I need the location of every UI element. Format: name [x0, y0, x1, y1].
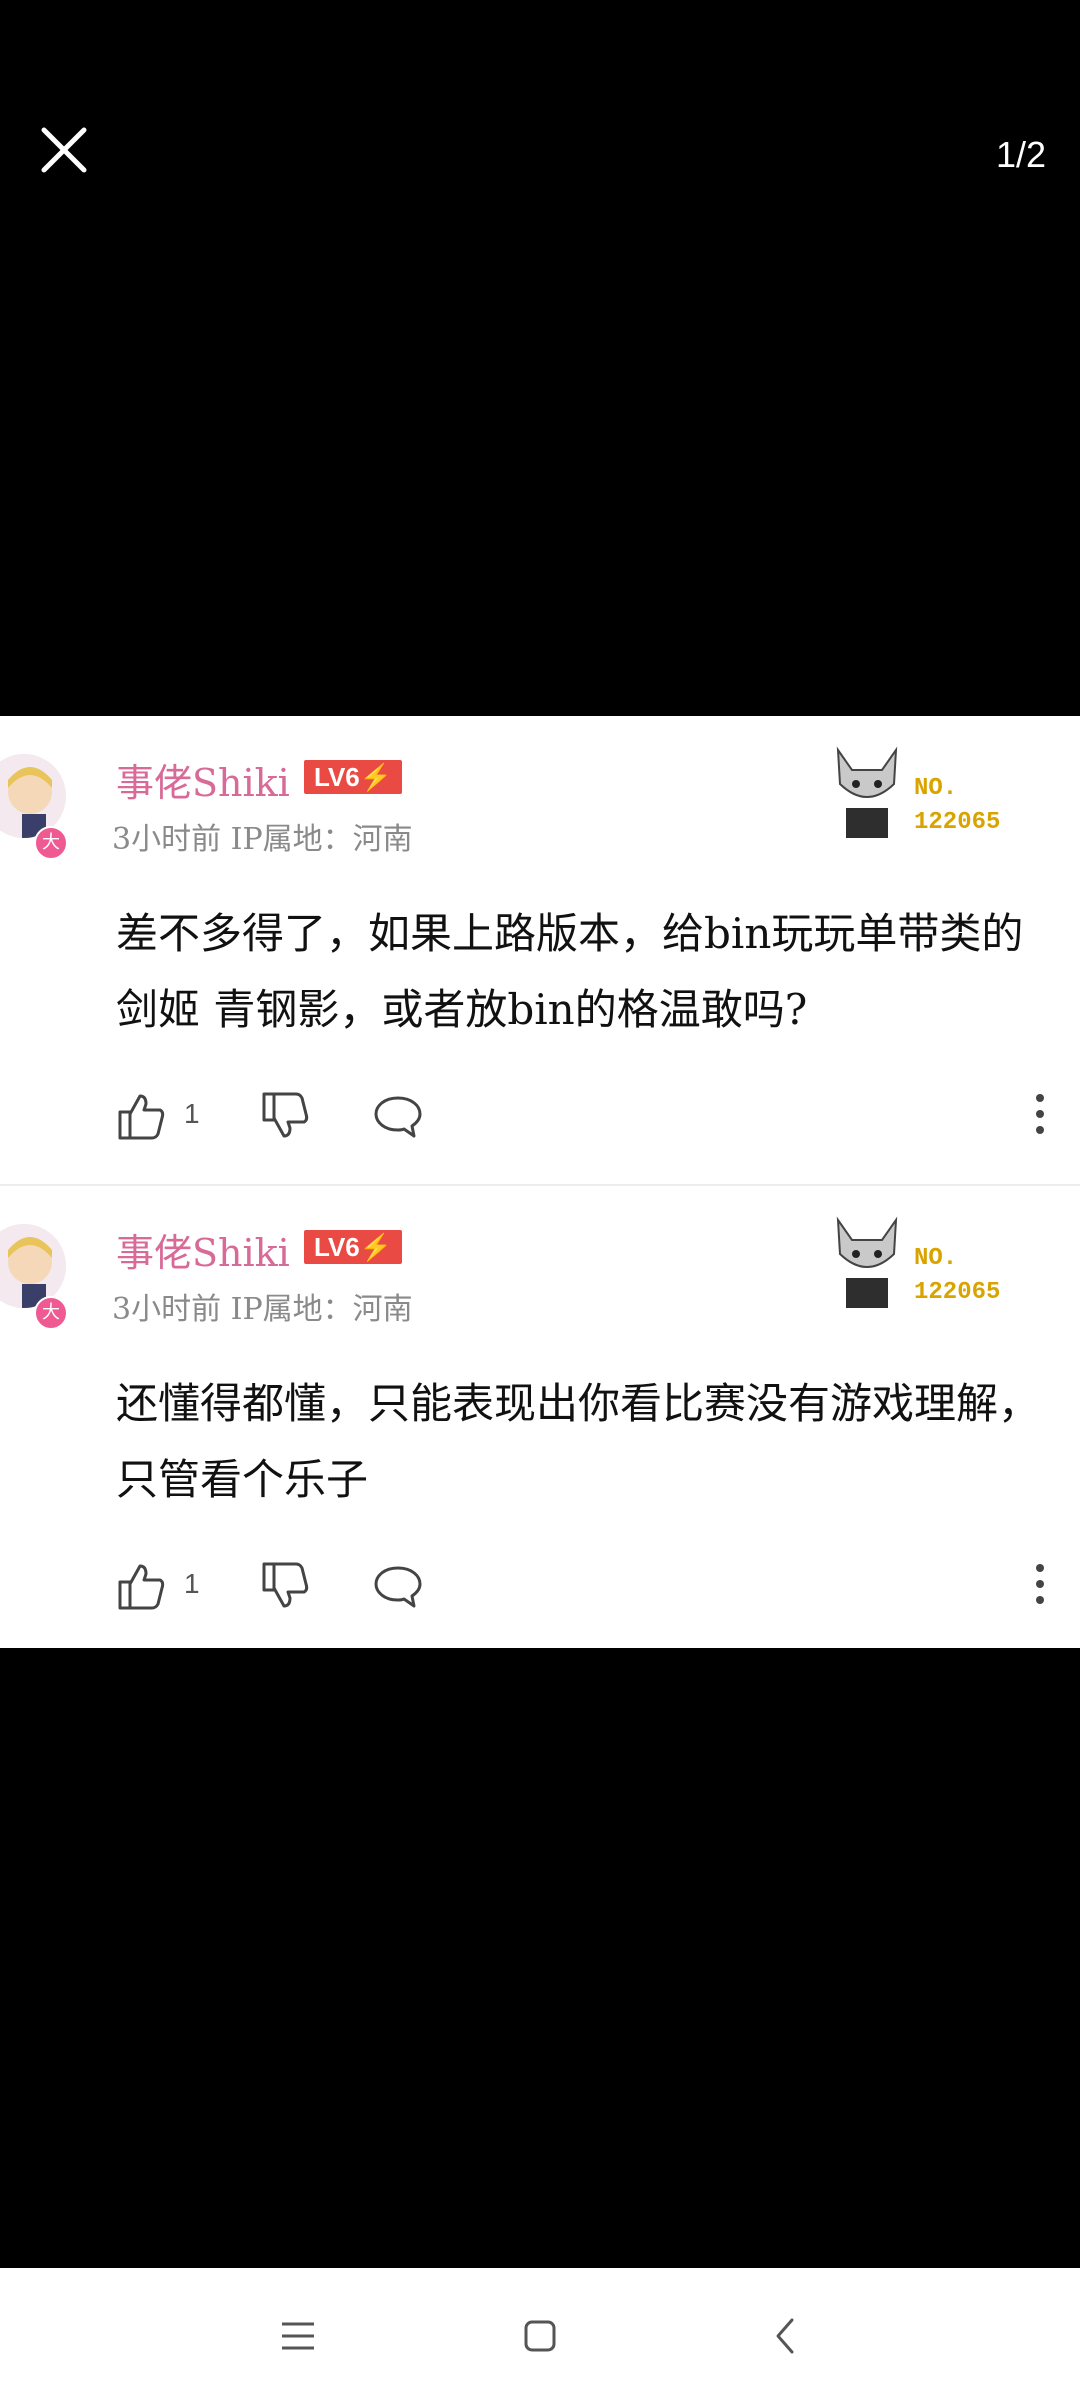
dislike-button[interactable] [260, 1090, 312, 1142]
comment-meta: 3小时前 IP属地：河南 [112, 822, 413, 857]
system-nav-bar [0, 2268, 1080, 2400]
comment-meta: 3小时前 IP属地：河南 [112, 1292, 413, 1327]
avatar-badge: 大 [34, 1296, 68, 1330]
nav-back-button[interactable] [762, 2312, 810, 2360]
comment-card: 大 事佬Shiki LV6⚡ 3小时前 IP属地：河南 NO. 122065 差… [0, 716, 1080, 1184]
nav-home-button[interactable] [516, 2312, 564, 2360]
comment-bubble-icon [374, 1566, 422, 1608]
comment-actions: 1 [116, 1560, 1066, 1616]
image-viewer-header: 1/2 [0, 0, 1080, 320]
like-count: 1 [184, 1098, 200, 1129]
avatar[interactable] [0, 1224, 66, 1308]
medal-no: NO. [914, 775, 958, 802]
level-badge: LV6⚡ [304, 1230, 403, 1264]
more-vertical-icon [1036, 1094, 1044, 1134]
like-button[interactable] [116, 1090, 168, 1142]
medal-no: NO. [914, 1245, 958, 1272]
close-icon [41, 127, 87, 173]
menu-icon [282, 2322, 314, 2350]
like-button[interactable] [116, 1560, 168, 1612]
thumbs-down-icon [262, 1092, 309, 1138]
reply-button[interactable] [372, 1090, 424, 1142]
back-chevron-icon [776, 2318, 794, 2354]
close-button[interactable] [36, 122, 92, 178]
avatar-badge: 大 [34, 826, 68, 860]
username[interactable]: 事佬Shiki [116, 752, 290, 807]
medal-id: 122065 [914, 809, 1001, 836]
comment-text: 还懂得都懂，只能表现出你看比赛没有游戏理解，只管看个乐子 [116, 1379, 1041, 1504]
thumbs-up-icon [118, 1094, 165, 1140]
reply-button[interactable] [372, 1560, 424, 1612]
comment-actions: 1 [116, 1090, 1066, 1146]
more-vertical-icon [1036, 1564, 1044, 1604]
comment-card: 大 事佬Shiki LV6⚡ 3小时前 IP属地：河南 NO. 122065 还… [0, 1186, 1080, 1648]
level-badge: LV6⚡ [304, 760, 403, 794]
avatar-image [0, 754, 66, 838]
thumbs-up-icon [118, 1564, 165, 1610]
thumbs-down-icon [262, 1562, 309, 1608]
avatar-image [0, 1224, 66, 1308]
avatar[interactable] [0, 754, 66, 838]
comment-bubble-icon [374, 1096, 422, 1138]
medal-label: NO. 122065 [914, 1242, 1000, 1310]
more-button[interactable] [1028, 1560, 1052, 1612]
dislike-button[interactable] [260, 1560, 312, 1612]
medal-icon [824, 1210, 910, 1310]
more-button[interactable] [1028, 1090, 1052, 1142]
medal-id: 122065 [914, 1279, 1001, 1306]
like-count: 1 [184, 1568, 200, 1599]
page-indicator: 1/2 [995, 134, 1046, 175]
comment-text: 差不多得了，如果上路版本，给bin玩玩单带类的剑姬 青钢影，或者放bin的格温敢… [116, 909, 1024, 1034]
medal-icon [824, 740, 910, 840]
medal-label: NO. 122065 [914, 772, 1000, 840]
username[interactable]: 事佬Shiki [116, 1222, 290, 1277]
home-square-icon [524, 2320, 556, 2352]
nav-menu-button[interactable] [274, 2312, 322, 2360]
